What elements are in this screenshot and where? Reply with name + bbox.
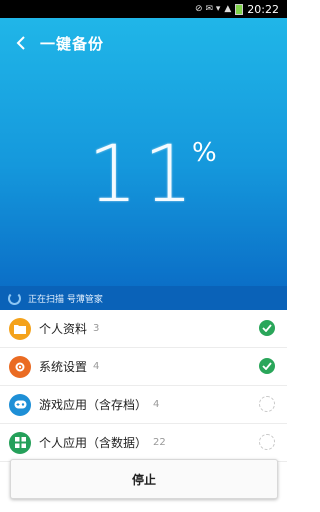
item-count: 4 [93, 361, 100, 372]
percent-display: 11 % [0, 136, 287, 214]
scan-status-text: 正在扫描 号薄管家 [28, 294, 103, 305]
pending-icon [259, 396, 275, 412]
check-icon [259, 358, 275, 374]
battery-icon [235, 3, 244, 15]
pending-icon [259, 434, 275, 450]
scan-status-bar: 正在扫描 号薄管家 [0, 286, 287, 310]
item-count: 22 [153, 437, 166, 448]
page-title: 一键备份 [40, 34, 105, 53]
percent-sign: % [192, 138, 217, 168]
list-item[interactable]: 游戏应用（含存档） 4 [0, 386, 287, 424]
item-count: 4 [153, 399, 160, 410]
stop-button[interactable]: 停止 [10, 459, 278, 499]
item-label: 游戏应用（含存档） [39, 398, 148, 412]
folder-icon [9, 317, 31, 340]
status-time: 20:22 [247, 2, 279, 16]
list-item[interactable]: 系统设置 4 [0, 348, 287, 386]
item-count: 3 [93, 323, 100, 334]
item-label: 系统设置 [39, 360, 88, 374]
check-icon [259, 320, 275, 336]
back-arrow-icon[interactable] [12, 33, 32, 53]
spinner-icon [8, 291, 21, 305]
notification-icons: ⊘ ✉ ▾ [195, 4, 221, 14]
gear-icon [9, 355, 31, 378]
header: 一键备份 [0, 30, 287, 56]
signal-icon: ▲ [224, 4, 232, 14]
item-label: 个人应用（含数据） [39, 436, 148, 450]
status-bar: ⊘ ✉ ▾ ▲ 20:22 [0, 0, 287, 18]
backup-item-list: 个人资料 3 系统设置 4 游戏应用（含存档） 4 个人应用（含数据） 22 [0, 310, 287, 462]
percent-value: 11 [87, 130, 200, 220]
item-label: 个人资料 [39, 322, 88, 336]
list-item[interactable]: 个人资料 3 [0, 310, 287, 348]
list-item[interactable]: 个人应用（含数据） 22 [0, 424, 287, 462]
gamepad-icon [9, 393, 31, 416]
apps-grid-icon [9, 431, 31, 454]
backup-progress-panel: 一键备份 11 % [0, 18, 287, 286]
